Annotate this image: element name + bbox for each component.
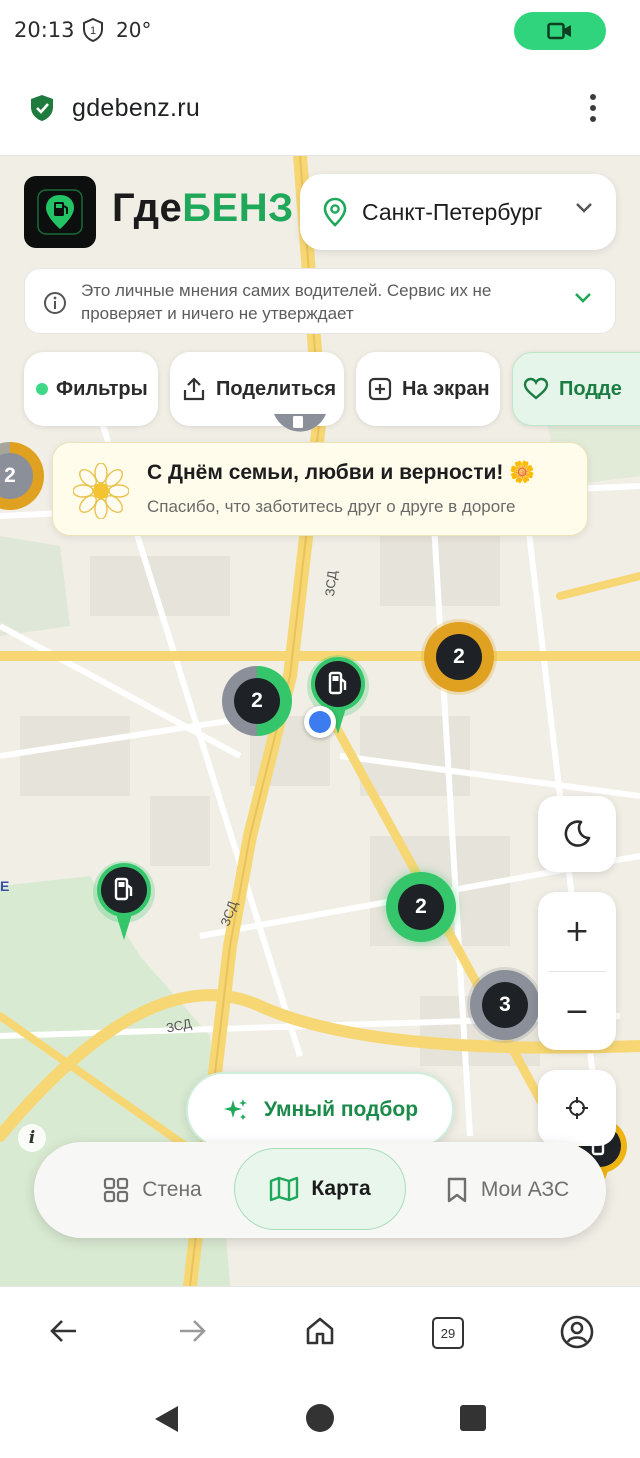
action-chips: Фильтры Поделиться На экран Подде (24, 352, 640, 428)
banner-subtitle: Спасибо, что заботитесь друг о друге в д… (147, 497, 516, 516)
home-icon[interactable] (304, 1315, 336, 1347)
crosshair-icon (566, 1097, 588, 1119)
filters-status-dot (36, 383, 48, 395)
cluster-count: 2 (234, 678, 280, 724)
support-label: Подде (559, 377, 622, 400)
dark-mode-toggle[interactable] (538, 796, 616, 872)
brand-part1: Где (112, 186, 183, 230)
heart-icon (523, 377, 549, 400)
account-icon[interactable] (560, 1315, 594, 1349)
add-to-home-screen-button[interactable]: На экран (356, 352, 500, 426)
zoom-controls: + − (538, 892, 616, 1050)
browser-url-bar: gdebenz.ru (0, 64, 640, 156)
map-icon (270, 1176, 299, 1202)
fuel-pump-icon (93, 861, 155, 940)
nav-my-stations-label: Мои АЗС (480, 1178, 570, 1201)
holiday-banner[interactable]: С Днём семьи, любви и верности! 🌼 Спасиб… (52, 442, 588, 536)
browser-menu-icon[interactable] (582, 94, 604, 124)
disclaimer-text: Это личные мнения самих водителей. Серви… (81, 281, 492, 323)
fuel-location-pin-icon (37, 189, 83, 235)
station-cluster[interactable]: 3 (470, 970, 540, 1040)
support-button[interactable]: Подде (512, 352, 640, 426)
url-text[interactable]: gdebenz.ru (72, 94, 200, 123)
chevron-down-icon (576, 203, 592, 213)
bookmark-icon (447, 1177, 467, 1203)
secure-shield-icon (31, 95, 53, 121)
info-icon (44, 292, 66, 314)
disclaimer-notice[interactable]: Это личные мнения самих водителей. Серви… (24, 268, 616, 334)
nav-wall[interactable]: Стена (62, 1142, 242, 1238)
svg-text:1: 1 (90, 25, 96, 37)
cluster-count: 3 (482, 982, 528, 1028)
cluster-count: 2 (398, 884, 444, 930)
chevron-down-icon[interactable] (573, 291, 593, 305)
map-view[interactable]: ЗСД ЗСД ЗСД E ГдеБЕНЗ Санкт-Петербург Эт… (0, 156, 640, 1286)
tabs-count-button[interactable]: 29 (432, 1317, 464, 1349)
system-back-icon[interactable] (152, 1404, 180, 1434)
shield-icon: 1 (83, 17, 103, 43)
station-cluster[interactable]: 2 (222, 666, 292, 736)
grid-icon (104, 1177, 129, 1203)
zoom-in-button[interactable]: + (538, 892, 616, 971)
daisy-flower-icon (73, 463, 129, 519)
fuel-pump-icon (274, 414, 326, 432)
plus-square-icon (368, 377, 392, 401)
status-time: 20:13 (14, 18, 75, 42)
app-logo[interactable] (24, 176, 96, 248)
map-attribution-button[interactable]: i (18, 1124, 46, 1152)
cluster-count: 2 (436, 634, 482, 680)
fuel-station-pin[interactable] (92, 860, 156, 948)
zoom-out-button[interactable]: − (538, 972, 616, 1051)
locate-me-button[interactable] (538, 1070, 616, 1146)
screen-record-indicator[interactable] (514, 12, 606, 50)
system-navigation-bar (0, 1378, 640, 1458)
brand-title: ГдеБЕНЗ (112, 186, 294, 231)
system-recents-icon[interactable] (460, 1405, 486, 1431)
nav-my-stations[interactable]: Мои АЗС (422, 1142, 592, 1238)
moon-icon (564, 820, 591, 847)
station-cluster[interactable]: 2 (424, 622, 494, 692)
share-icon (183, 377, 205, 401)
nav-map[interactable]: Карта (234, 1148, 406, 1230)
status-bar: 20:13 1 20° (0, 0, 640, 64)
road-label: ЗСД (322, 569, 340, 598)
city-name: Санкт-Петербург (362, 198, 543, 225)
smart-pick-button[interactable]: Умный подбор (186, 1072, 454, 1148)
filters-label: Фильтры (56, 377, 148, 400)
nav-map-label: Карта (311, 1177, 371, 1200)
station-cluster[interactable]: 2 (386, 872, 456, 942)
nav-wall-label: Стена (142, 1178, 202, 1201)
back-arrow-icon[interactable] (48, 1315, 80, 1347)
smart-pick-label: Умный подбор (263, 1098, 419, 1121)
filters-button[interactable]: Фильтры (24, 352, 158, 426)
video-camera-icon (547, 22, 571, 40)
map-edge-label: E (0, 878, 10, 894)
add-to-screen-label: На экран (402, 377, 490, 400)
system-home-icon[interactable] (306, 1404, 334, 1432)
cluster-count: 2 (0, 453, 33, 499)
location-pin-icon (323, 197, 347, 227)
forward-arrow-icon[interactable] (176, 1315, 208, 1347)
brand-part2: БЕНЗ (182, 186, 294, 230)
city-selector[interactable]: Санкт-Петербург (300, 174, 616, 250)
banner-title: С Днём семьи, любви и верности! 🌼 (147, 461, 536, 484)
bottom-navigation: Стена Карта Мои АЗС (34, 1142, 606, 1238)
sparkles-icon (223, 1099, 247, 1120)
status-temperature: 20° (116, 18, 152, 42)
share-label: Поделиться (216, 377, 337, 400)
browser-toolbar: 29 (0, 1286, 640, 1378)
user-location-dot (304, 706, 336, 738)
